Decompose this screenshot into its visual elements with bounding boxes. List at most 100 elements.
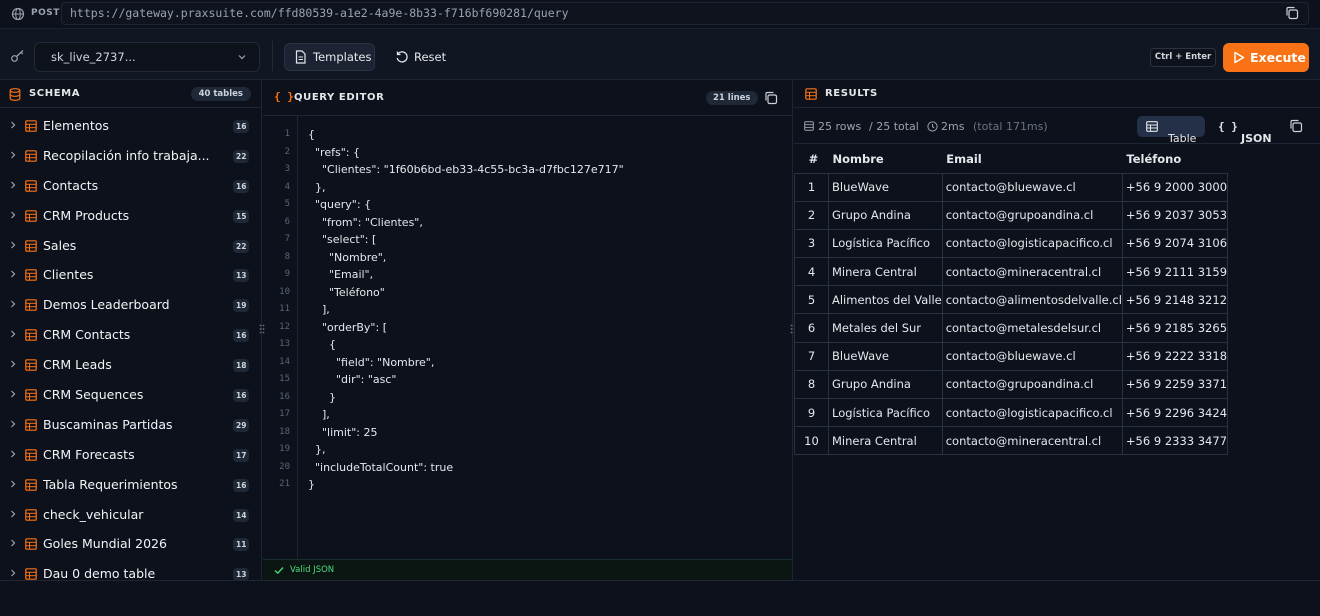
table-row[interactable]: 1 BlueWave contacto@bluewave.cl +56 9 2000 … bbox=[794, 172, 1229, 202]
chevron-right-icon[interactable] bbox=[9, 390, 17, 398]
column-count-badge: 16 bbox=[233, 478, 250, 492]
table-icon bbox=[25, 299, 37, 312]
table-icon bbox=[805, 88, 817, 100]
table-icon bbox=[25, 538, 37, 551]
chevron-right-icon[interactable] bbox=[9, 360, 17, 368]
column-header[interactable]: Nombre bbox=[828, 146, 943, 174]
schema-table-item[interactable]: Sales 22 bbox=[0, 232, 261, 262]
schema-table-name: Tabla Requerimientos bbox=[43, 476, 178, 492]
table-icon bbox=[25, 150, 37, 162]
schema-table-name: CRM Sequences bbox=[43, 387, 144, 403]
column-count-badge: 19 bbox=[233, 299, 250, 313]
chevron-right-icon[interactable] bbox=[9, 300, 17, 308]
column-count-badge: 11 bbox=[233, 538, 250, 552]
schema-table-item[interactable]: Clientes 13 bbox=[0, 261, 261, 291]
editor-title: QUERY EDITOR bbox=[294, 92, 385, 103]
table-row[interactable]: 5 Alimentos del Valle contacto@alimentosde… bbox=[794, 285, 1229, 315]
table-cell: 1 bbox=[794, 172, 829, 202]
schema-table-name: CRM Forecasts bbox=[43, 446, 135, 462]
play-icon bbox=[1234, 51, 1245, 64]
schema-table-item[interactable]: Dau 0 demo table 13 bbox=[0, 560, 261, 580]
chevron-right-icon[interactable] bbox=[9, 330, 17, 338]
code-line: { bbox=[308, 338, 336, 351]
api-key-select[interactable]: sk_live_2737... bbox=[34, 42, 260, 72]
table-cell: Grupo Andina bbox=[828, 369, 943, 400]
validation-status: Valid JSON bbox=[263, 559, 792, 580]
resize-handle-icon[interactable] bbox=[259, 324, 265, 334]
chevron-right-icon[interactable] bbox=[9, 121, 17, 129]
schema-table-item[interactable]: Tabla Requerimientos 16 bbox=[0, 471, 261, 501]
table-row[interactable]: 6 Metales del Sur contacto@metalesdelsur.c… bbox=[794, 313, 1229, 343]
column-header[interactable]: Email bbox=[942, 146, 1123, 174]
code-line: "orderBy": [ bbox=[308, 320, 387, 334]
table-icon bbox=[25, 239, 37, 252]
column-count-badge: 29 bbox=[233, 418, 250, 432]
schema-title: SCHEMA bbox=[29, 88, 81, 99]
schema-table-name: CRM Products bbox=[43, 207, 130, 223]
column-count-badge: 13 bbox=[233, 568, 250, 580]
chevron-right-icon[interactable] bbox=[9, 270, 17, 278]
chevron-right-icon[interactable] bbox=[9, 480, 17, 488]
schema-table-item[interactable]: Buscaminas Partidas 29 bbox=[0, 411, 261, 441]
table-row[interactable]: 3 Logística Pacífico contacto@logisticapac… bbox=[794, 228, 1229, 259]
schema-table-name: Sales bbox=[43, 237, 77, 253]
chevron-right-icon[interactable] bbox=[9, 569, 17, 577]
table-cell: contacto@logisticapacifico.cl bbox=[941, 397, 1123, 428]
chevron-right-icon[interactable] bbox=[9, 420, 17, 428]
schema-table-item[interactable]: CRM Products 15 bbox=[0, 202, 261, 232]
schema-table-item[interactable]: CRM Forecasts 17 bbox=[0, 441, 261, 471]
chevron-right-icon[interactable] bbox=[9, 211, 17, 219]
table-row[interactable]: 7 BlueWave contacto@bluewave.cl +56 9 2222 … bbox=[794, 341, 1229, 371]
code-line: "select": [ bbox=[308, 233, 377, 246]
table-header-row: # Nombre Email Teléfono bbox=[794, 146, 1228, 174]
table-icon bbox=[25, 448, 37, 461]
table-row[interactable]: 8 Grupo Andina contacto@grupoandina.cl +56 … bbox=[794, 369, 1229, 400]
url-field[interactable]: https://gateway.praxsuite.com/ffd80539-a… bbox=[61, 2, 1309, 25]
table-row[interactable]: 4 Minera Central contacto@mineracentral.cl… bbox=[794, 257, 1229, 287]
schema-table-item[interactable]: Goles Mundial 2026 11 bbox=[0, 530, 261, 560]
code-area[interactable]: { "refs": { "Clientes": "1f60b6bd-eb33-4… bbox=[263, 116, 792, 559]
chevron-right-icon[interactable] bbox=[9, 450, 17, 458]
table-icon bbox=[25, 508, 37, 521]
schema-table-item[interactable]: CRM Leads 18 bbox=[0, 351, 261, 381]
schema-table-item[interactable]: CRM Sequences 16 bbox=[0, 381, 261, 411]
chevron-right-icon[interactable] bbox=[9, 539, 17, 547]
column-count-badge: 22 bbox=[233, 239, 250, 253]
execute-label: Execute bbox=[1250, 50, 1306, 65]
chevron-right-icon[interactable] bbox=[9, 241, 17, 249]
chevron-right-icon[interactable] bbox=[9, 181, 17, 189]
table-cell: Logística Pacífico bbox=[828, 397, 943, 428]
schema-table-item[interactable]: Demos Leaderboard 19 bbox=[0, 291, 261, 321]
table-row[interactable]: 9 Logística Pacífico contacto@logisticapac… bbox=[794, 397, 1229, 428]
schema-table-item[interactable]: check_vehicular 14 bbox=[0, 501, 261, 531]
code-line: "dir": "asc" bbox=[308, 373, 397, 386]
table-row[interactable]: 2 Grupo Andina contacto@grupoandina.cl +56 … bbox=[794, 200, 1229, 230]
json-view-button[interactable]: { } JSON bbox=[1218, 116, 1274, 145]
table-view-button[interactable]: Table bbox=[1137, 116, 1205, 145]
table-icon bbox=[25, 359, 37, 371]
results-table: # Nombre Email Teléfono 1 BlueWave contacto@b… bbox=[794, 146, 1229, 456]
query-time: 2ms bbox=[941, 120, 965, 133]
table-cell: 8 bbox=[794, 369, 829, 400]
row-count: 25 rows bbox=[818, 120, 862, 133]
schema-table-name: Buscaminas Partidas bbox=[43, 416, 173, 432]
column-header[interactable]: # bbox=[794, 146, 829, 174]
copy-icon[interactable] bbox=[1289, 119, 1303, 133]
table-row[interactable]: 10 Minera Central contacto@mineracentral.c… bbox=[794, 426, 1229, 456]
column-header[interactable]: Teléfono bbox=[1122, 146, 1228, 174]
table-cell: +56 9 2111 3159 bbox=[1121, 257, 1229, 287]
chevron-right-icon[interactable] bbox=[9, 151, 17, 159]
table-icon bbox=[25, 478, 37, 491]
schema-table-item[interactable]: Recopilación info trabaja... 22 bbox=[0, 142, 261, 172]
chevron-right-icon[interactable] bbox=[9, 510, 17, 518]
schema-table-item[interactable]: CRM Contacts 16 bbox=[0, 321, 261, 351]
copy-icon[interactable] bbox=[764, 91, 778, 105]
execute-button[interactable]: Execute bbox=[1223, 43, 1309, 72]
code-line: }, bbox=[308, 443, 326, 456]
schema-table-item[interactable]: Contacts 16 bbox=[0, 172, 261, 202]
table-icon bbox=[25, 419, 37, 431]
copy-icon[interactable] bbox=[1285, 6, 1299, 20]
templates-button[interactable]: Templates bbox=[284, 43, 375, 71]
reset-button[interactable]: Reset bbox=[392, 43, 452, 71]
schema-table-item[interactable]: Elementos 16 bbox=[0, 112, 261, 142]
